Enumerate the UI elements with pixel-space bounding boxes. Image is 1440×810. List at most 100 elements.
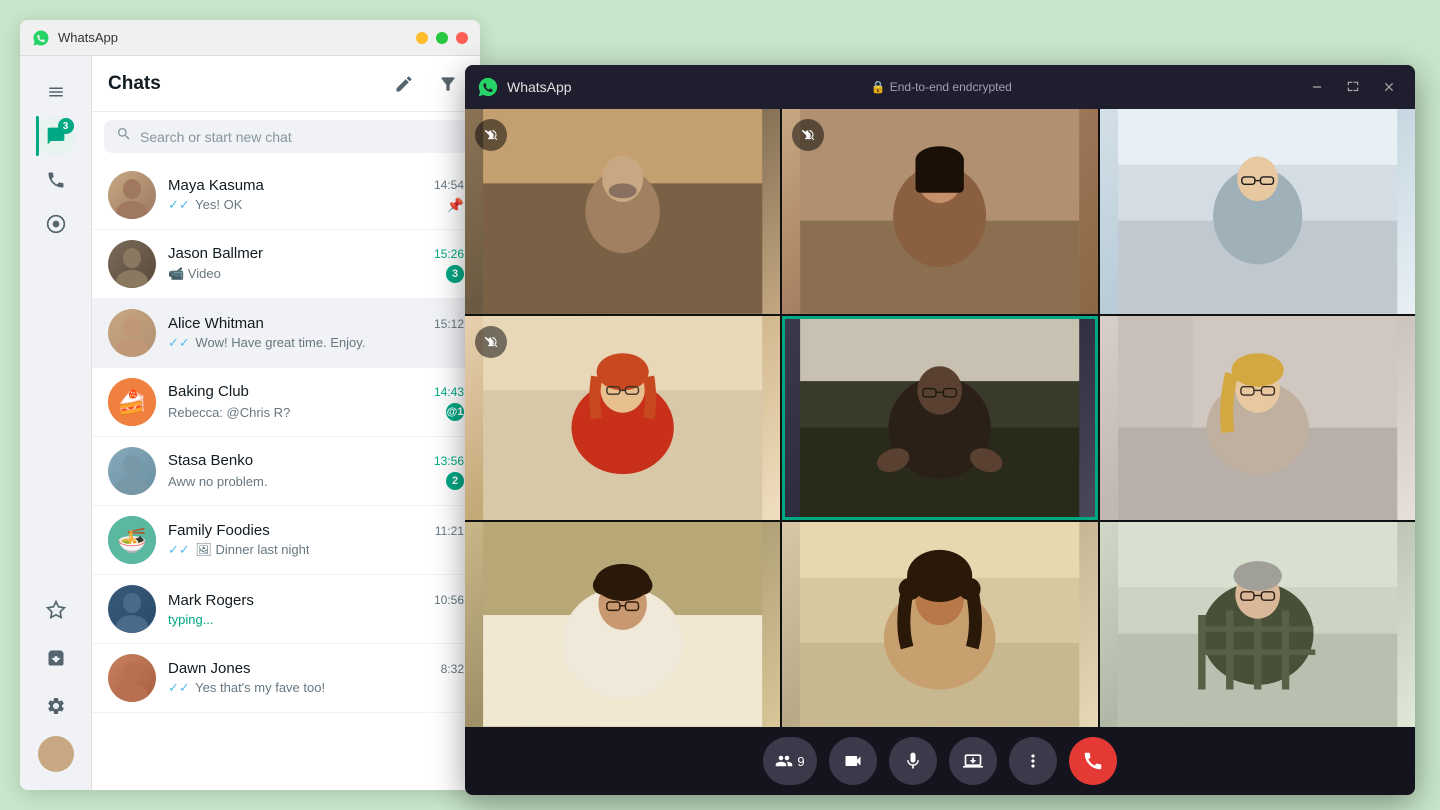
chat-time: 11:21	[435, 524, 464, 538]
more-options-button[interactable]	[1009, 737, 1057, 785]
list-item[interactable]: Jason Ballmer 15:26 📹 Video 3	[92, 230, 480, 299]
call-minimize-button[interactable]	[1303, 73, 1331, 101]
e2e-text: End-to-end endcrypted	[890, 80, 1012, 94]
chat-list: Maya Kasuma 14:54 ✓✓ Yes! OK 📌 Jason B	[92, 161, 480, 713]
chat-name: Mark Rogers	[168, 592, 254, 609]
search-input[interactable]	[140, 129, 456, 145]
call-close-button[interactable]	[1375, 73, 1403, 101]
svg-text:🍜: 🍜	[117, 528, 147, 555]
mention-badge: @1	[446, 403, 464, 421]
chat-time: 14:54	[434, 178, 464, 192]
chat-info: Stasa Benko 13:56 Aww no problem. 2	[168, 452, 464, 490]
chats-badge: 3	[58, 118, 74, 134]
chat-name-row: Mark Rogers 10:56	[168, 592, 464, 609]
chat-message: ✓✓ Yes that's my fave too!	[168, 680, 325, 696]
screen-share-button[interactable]	[949, 737, 997, 785]
participants-count: 9	[797, 754, 804, 769]
sidebar-item-archived[interactable]	[36, 638, 76, 678]
sidebar-item-calls[interactable]	[36, 160, 76, 200]
sidebar-bottom	[36, 590, 76, 774]
main-window-controls	[416, 32, 468, 44]
call-window: WhatsApp 🔒 End-to-end endcrypted	[465, 65, 1415, 795]
minimize-button[interactable]	[416, 32, 428, 44]
chat-msg-row: 📹 Video 3	[168, 265, 464, 283]
list-item[interactable]: Mark Rogers 10:56 typing...	[92, 575, 480, 644]
participants-button[interactable]: 9	[763, 737, 816, 785]
video-toggle-button[interactable]	[829, 737, 877, 785]
chat-message: ✓✓ 🖼 Dinner last night	[168, 542, 309, 558]
chat-msg-row: ✓✓ Yes! OK 📌	[168, 197, 464, 214]
pinned-icon: 📌	[447, 197, 464, 214]
chat-message: ✓✓ Yes! OK	[168, 197, 242, 213]
chat-name-row: Family Foodies 11:21	[168, 522, 464, 539]
list-item[interactable]: Alice Whitman 15:12 ✓✓ Wow! Have great t…	[92, 299, 480, 368]
call-title-bar: WhatsApp 🔒 End-to-end endcrypted	[465, 65, 1415, 109]
chat-name: Maya Kasuma	[168, 177, 264, 194]
call-whatsapp-logo-icon	[477, 76, 499, 98]
read-ticks-icon: ✓✓	[168, 542, 190, 557]
search-icon	[116, 126, 132, 147]
list-item[interactable]: 🍜 Family Foodies 11:21 ✓✓ 🖼 Dinner last …	[92, 506, 480, 575]
chat-info: Mark Rogers 10:56 typing...	[168, 592, 464, 627]
main-whatsapp-window: WhatsApp 3	[20, 20, 480, 790]
maximize-button[interactable]	[436, 32, 448, 44]
list-item[interactable]: 🍰 Baking Club 14:43 Rebecca: @Chris R? @…	[92, 368, 480, 437]
chat-time: 10:56	[434, 593, 464, 607]
list-item[interactable]: Maya Kasuma 14:54 ✓✓ Yes! OK 📌	[92, 161, 480, 230]
chat-name: Dawn Jones	[168, 660, 251, 677]
sidebar-user-avatar[interactable]	[36, 734, 76, 774]
video-grid	[465, 109, 1415, 727]
unread-badge: 2	[446, 472, 464, 490]
sidebar-item-chats[interactable]: 3	[36, 116, 76, 156]
read-ticks-icon: ✓✓	[168, 335, 190, 350]
chat-time: 15:12	[434, 317, 464, 331]
sidebar-top: 3	[36, 72, 76, 586]
sidebar-item-starred[interactable]	[36, 590, 76, 630]
new-chat-button[interactable]	[388, 68, 420, 100]
sidebar-item-status[interactable]	[36, 204, 76, 244]
microphone-button[interactable]	[889, 737, 937, 785]
unread-badge: 3	[446, 265, 464, 283]
chat-name: Baking Club	[168, 383, 249, 400]
end-call-button[interactable]	[1069, 737, 1117, 785]
lock-icon: 🔒	[871, 80, 886, 94]
chat-name-row: Dawn Jones 8:32	[168, 660, 464, 677]
user-avatar	[38, 736, 74, 772]
chat-message: Rebecca: @Chris R?	[168, 405, 290, 420]
sidebar-item-menu[interactable]	[36, 72, 76, 112]
chat-time: 14:43	[434, 385, 464, 399]
chat-info: Alice Whitman 15:12 ✓✓ Wow! Have great t…	[168, 315, 464, 351]
chat-name-row: Jason Ballmer 15:26	[168, 245, 464, 262]
call-maximize-button[interactable]	[1339, 73, 1367, 101]
mute-icon	[475, 119, 507, 151]
avatar: 🍜	[108, 516, 156, 564]
main-title-bar: WhatsApp	[20, 20, 480, 56]
list-item[interactable]: Dawn Jones 8:32 ✓✓ Yes that's my fave to…	[92, 644, 480, 713]
avatar	[108, 447, 156, 495]
list-item[interactable]: Stasa Benko 13:56 Aww no problem. 2	[92, 437, 480, 506]
chat-name-row: Stasa Benko 13:56	[168, 452, 464, 469]
active-indicator	[36, 116, 39, 156]
chat-info: Baking Club 14:43 Rebecca: @Chris R? @1	[168, 383, 464, 421]
close-button[interactable]	[456, 32, 468, 44]
read-ticks-icon: ✓✓	[168, 197, 190, 212]
chat-info: Dawn Jones 8:32 ✓✓ Yes that's my fave to…	[168, 660, 464, 696]
chat-header-icons	[388, 68, 464, 100]
chat-name: Jason Ballmer	[168, 245, 263, 262]
video-cell	[1100, 109, 1415, 314]
chat-msg-row: Aww no problem. 2	[168, 472, 464, 490]
chat-message: Aww no problem.	[168, 474, 267, 489]
video-cell	[1100, 316, 1415, 521]
chat-time: 13:56	[434, 454, 464, 468]
chats-title: Chats	[108, 73, 161, 95]
filter-button[interactable]	[432, 68, 464, 100]
video-cell	[782, 522, 1097, 727]
chat-message: 📹 Video	[168, 266, 221, 282]
sidebar-item-settings[interactable]	[36, 686, 76, 726]
video-cell	[465, 109, 780, 314]
search-input-container	[104, 120, 468, 153]
main-window-title: WhatsApp	[58, 30, 408, 45]
chat-time: 15:26	[434, 247, 464, 261]
chat-msg-row: ✓✓ 🖼 Dinner last night	[168, 542, 464, 558]
chat-name-row: Baking Club 14:43	[168, 383, 464, 400]
